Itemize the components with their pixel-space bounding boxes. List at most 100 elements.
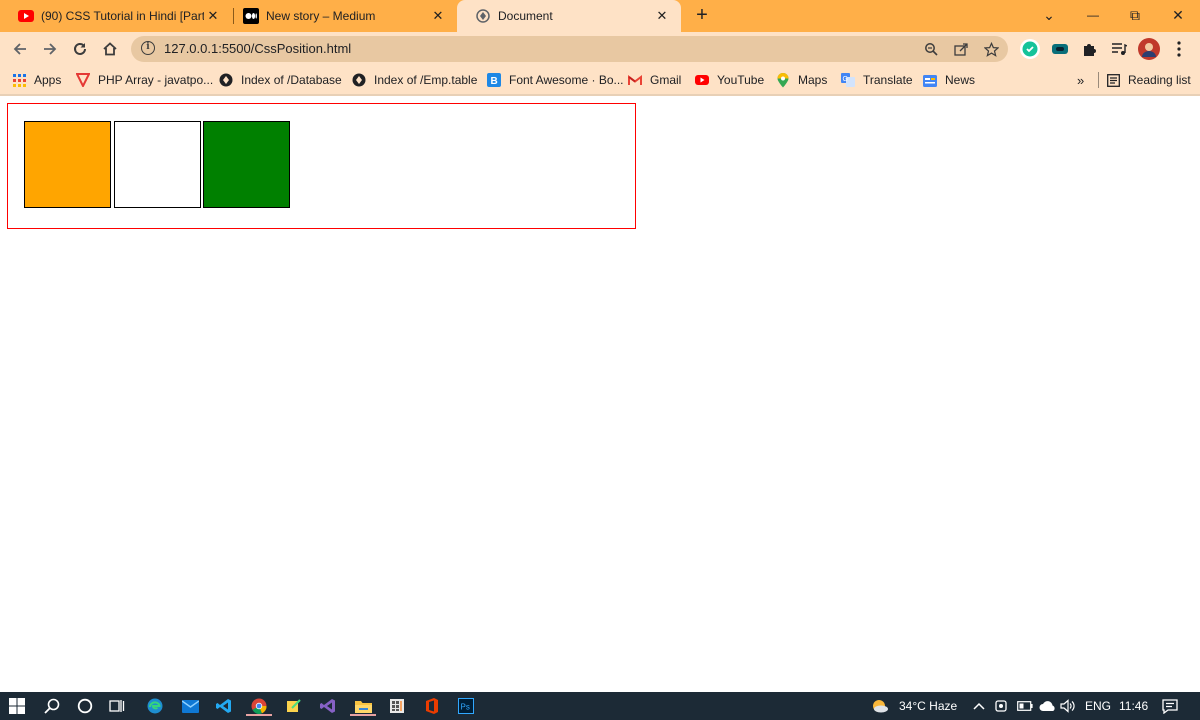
address-bar[interactable]: i 127.0.0.1:5500/CssPosition.html — [131, 36, 1008, 62]
task-view-icon[interactable] — [107, 696, 127, 716]
new-tab-button[interactable]: + — [690, 4, 714, 28]
bookmark-font-awesome[interactable]: B Font Awesome · Bo... — [487, 71, 624, 89]
search-icon[interactable] — [42, 696, 62, 716]
chrome-menu-icon[interactable] — [1167, 37, 1191, 61]
tab-title: Document — [498, 9, 553, 23]
minimize-button[interactable]: — — [1071, 0, 1115, 30]
office-icon[interactable] — [422, 696, 442, 716]
cortana-icon[interactable] — [75, 696, 95, 716]
bookmark-news[interactable]: News — [923, 71, 975, 89]
apps-grid-icon — [12, 73, 26, 87]
tab-search-button[interactable]: ⌄ — [1027, 0, 1071, 30]
notifications-icon[interactable] — [1160, 696, 1180, 716]
green-box — [203, 121, 290, 208]
bookmark-star-icon[interactable] — [982, 40, 1000, 58]
bookmarks-separator — [1098, 72, 1099, 88]
bookmark-label: Translate — [863, 73, 913, 87]
bookmark-label: YouTube — [717, 73, 765, 87]
home-button[interactable] — [98, 37, 122, 61]
tab-close-button[interactable]: ✕ — [429, 7, 447, 25]
bookmark-php-array[interactable]: PHP Array - javatpo... — [76, 71, 213, 89]
maps-icon — [776, 72, 790, 87]
bookmark-index-database[interactable]: Index of /Database — [219, 71, 342, 89]
active-app-indicator — [246, 714, 272, 716]
vscode-icon[interactable] — [214, 696, 234, 716]
bookmarks-bar: Apps PHP Array - javatpo... Index of /Da… — [0, 66, 1200, 94]
onedrive-cloud-icon[interactable] — [1037, 696, 1057, 716]
youtube-icon — [695, 73, 709, 87]
tab-close-button[interactable]: ✕ — [204, 7, 222, 25]
weather-icon[interactable] — [870, 696, 890, 716]
news-icon — [923, 73, 937, 87]
sticky-notes-icon[interactable] — [284, 696, 304, 716]
tab-close-button[interactable]: ✕ — [653, 7, 671, 25]
chevron-up-icon[interactable] — [969, 696, 989, 716]
bookmark-label: Index of /Database — [241, 73, 342, 87]
tab-document[interactable]: Document ✕ — [457, 0, 681, 32]
tab-title: (90) CSS Tutorial in Hindi [Part 35 — [41, 9, 204, 23]
zoom-icon[interactable] — [922, 40, 940, 58]
photoshop-icon[interactable]: Ps — [456, 696, 476, 716]
grammarly-extension-icon[interactable] — [1018, 37, 1042, 61]
gmail-icon — [628, 73, 642, 87]
visual-studio-icon[interactable] — [318, 696, 338, 716]
bookmarks-overflow-button[interactable]: » — [1077, 71, 1084, 89]
volume-icon[interactable] — [1058, 696, 1078, 716]
globe-icon — [475, 8, 491, 24]
reload-button[interactable] — [68, 37, 92, 61]
bookmark-youtube[interactable]: YouTube — [695, 71, 764, 89]
share-icon[interactable] — [952, 40, 970, 58]
file-explorer-icon[interactable] — [350, 696, 376, 716]
media-control-icon[interactable] — [1107, 37, 1131, 61]
bookmark-maps[interactable]: Maps — [776, 71, 827, 89]
bookmark-label: Index of /Emp.table — [374, 73, 478, 87]
extension-icon[interactable] — [1048, 37, 1072, 61]
medium-icon — [243, 8, 259, 24]
back-button[interactable] — [8, 37, 32, 61]
bookmark-index-emp-table[interactable]: Index of /Emp.table — [352, 71, 477, 89]
bookmark-label: Maps — [798, 73, 828, 87]
url-text[interactable]: 127.0.0.1:5500/CssPosition.html — [164, 41, 351, 56]
bookmark-label: Apps — [34, 73, 62, 87]
forward-button[interactable] — [38, 37, 62, 61]
bookmark-apps[interactable]: Apps — [12, 71, 61, 89]
bookmark-label: Font Awesome · Bo... — [509, 73, 624, 87]
info-icon[interactable]: i — [141, 41, 155, 55]
toolbar-divider — [0, 94, 1200, 96]
forward-arrow-icon — [44, 43, 57, 55]
window-close-button[interactable]: ✕ — [1156, 0, 1200, 30]
svg-text:Ps: Ps — [461, 703, 470, 712]
reading-list-icon — [1106, 73, 1120, 87]
translate-icon: G — [841, 73, 855, 87]
home-icon — [103, 42, 117, 56]
tab-medium[interactable]: New story – Medium ✕ — [225, 0, 457, 32]
bookmark-label: Gmail — [650, 73, 682, 87]
weather-text[interactable]: 34°C Haze — [899, 699, 957, 713]
globe-icon — [219, 73, 233, 87]
profile-avatar[interactable] — [1137, 37, 1161, 61]
windows-start-icon[interactable] — [7, 696, 27, 716]
restore-button[interactable]: ⧉ — [1113, 0, 1157, 30]
bookmark-label: News — [945, 73, 976, 87]
mail-icon[interactable] — [180, 696, 200, 716]
language-indicator[interactable]: ENG — [1085, 699, 1111, 713]
globe-icon — [352, 73, 366, 87]
tab-css-tutorial[interactable]: (90) CSS Tutorial in Hindi [Part 35 ✕ — [0, 0, 232, 32]
position-container — [7, 103, 636, 229]
reading-list-button[interactable]: Reading list — [1106, 71, 1191, 89]
calculator-icon[interactable] — [387, 696, 407, 716]
edge-icon[interactable] — [145, 696, 165, 716]
orange-box — [24, 121, 111, 208]
back-arrow-icon — [13, 43, 26, 55]
extensions-puzzle-icon[interactable] — [1077, 37, 1101, 61]
chrome-taskbar-icon[interactable] — [246, 696, 272, 716]
bookmark-translate[interactable]: G Translate — [841, 71, 913, 89]
svg-text:G: G — [843, 76, 848, 83]
windows-taskbar: Ps 34°C Haze ENG 11:46 — [0, 692, 1200, 720]
meet-now-icon[interactable] — [992, 696, 1012, 716]
reading-list-label: Reading list — [1128, 73, 1191, 87]
clock[interactable]: 11:46 — [1119, 699, 1148, 713]
bookmark-gmail[interactable]: Gmail — [628, 71, 681, 89]
battery-icon[interactable] — [1015, 696, 1035, 716]
tab-title: New story – Medium — [266, 9, 376, 23]
